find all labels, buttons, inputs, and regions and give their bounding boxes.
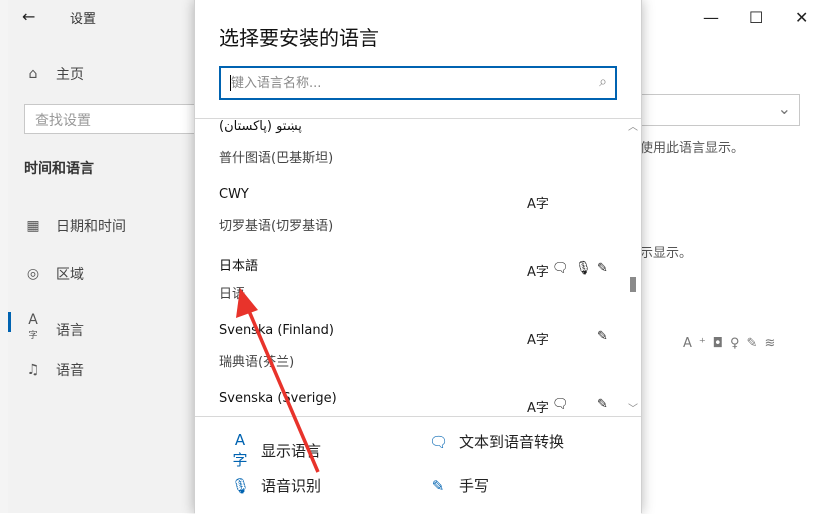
- minimize-button[interactable]: —: [703, 8, 719, 27]
- handwriting-icon: ✎: [431, 476, 445, 495]
- display-language-icon: A字: [232, 431, 248, 469]
- selected-indicator: [8, 312, 11, 332]
- chevron-down-icon: ⌄: [777, 99, 791, 118]
- legend-label: 手写: [459, 477, 490, 495]
- list-item[interactable]: Svenska (Sverige) A字 🗨 ✎: [219, 391, 609, 416]
- choose-language-dialog: 选择要安装的语言 ⌕ پښتو (پاکستان) 普什图语(巴基斯坦) CWY…: [194, 0, 642, 514]
- legend-speech-recognition: 🎙 语音识别: [231, 475, 321, 496]
- language-search-input[interactable]: [229, 68, 573, 98]
- language-chinese-name: 切罗基语(切罗基语): [219, 219, 334, 234]
- list-item[interactable]: Svenska (Finland) 瑞典语(芬兰) A字 ✎: [219, 323, 609, 370]
- language-feature-icons: A⁺◘♀✎≋: [683, 336, 783, 351]
- legend-text-to-speech: 🗨 文本到语音转换: [429, 431, 564, 452]
- sidebar-item-region[interactable]: ◎ 区域: [24, 264, 84, 284]
- background-window-edge: [0, 0, 8, 513]
- sidebar-item-label: 区域: [56, 267, 84, 283]
- home-icon: ⌂: [28, 66, 38, 82]
- sidebar-item-date-time[interactable]: ▦ 日期和时间: [24, 216, 126, 236]
- scroll-down-icon[interactable]: ﹀: [628, 400, 638, 415]
- text-to-speech-icon: 🗨: [552, 397, 569, 412]
- maximize-button[interactable]: ☐: [749, 8, 763, 27]
- language-native-name: Svenska (Finland): [219, 323, 334, 338]
- language-native-name: CWY: [219, 187, 249, 202]
- legend-handwriting: ✎ 手写: [429, 475, 489, 496]
- language-native-name: پښتو (پاکستان): [219, 119, 302, 134]
- legend-label: 文本到语音转换: [459, 433, 565, 451]
- language-chinese-name: 日语: [219, 287, 246, 302]
- legend-label: 显示语言: [261, 442, 322, 460]
- sidebar-item-speech[interactable]: ♫ 语音: [24, 360, 84, 380]
- text-to-speech-icon: 🗨: [552, 261, 569, 276]
- legend-display-language: A字 显示语言: [231, 431, 321, 470]
- display-language-icon: A字: [527, 401, 549, 416]
- microphone-icon: ♫: [26, 362, 40, 378]
- window-title: 设置: [70, 12, 97, 27]
- language-dropdown[interactable]: ⌄: [640, 94, 800, 126]
- scroll-up-icon[interactable]: ︿: [628, 118, 638, 133]
- language-native-name: Svenska (Sverige): [219, 391, 337, 406]
- language-native-name: 日本語: [219, 259, 259, 274]
- calendar-clock-icon: ▦: [26, 218, 40, 234]
- sidebar-item-label: 语音: [56, 363, 84, 379]
- list-scrollbar[interactable]: ︿ ﹀: [626, 118, 640, 415]
- language-hint-text: 使用此语言显示。: [640, 141, 745, 156]
- display-language-icon: A字: [527, 197, 549, 212]
- language-list[interactable]: پښتو (پاکستان) 普什图语(巴基斯坦) CWY 切罗基语(切罗基语)…: [195, 118, 641, 416]
- language-search-box[interactable]: ⌕: [219, 66, 617, 100]
- legend-label: 语音识别: [261, 477, 322, 495]
- language-chinese-name: 普什图语(巴基斯坦): [219, 151, 334, 166]
- display-language-icon: A字: [527, 333, 549, 348]
- text-to-speech-icon: 🗨: [429, 432, 449, 451]
- sidebar-item-label: 日期和时间: [56, 219, 126, 235]
- handwriting-icon: ✎: [597, 397, 608, 412]
- search-icon: ⌕: [599, 74, 607, 90]
- settings-search-input[interactable]: 查找设置: [24, 104, 204, 134]
- sidebar-item-label: 主页: [56, 67, 84, 83]
- display-language-icon: A字: [527, 265, 549, 280]
- handwriting-icon: ✎: [597, 329, 608, 344]
- language-icon: A字: [28, 312, 38, 341]
- section-title: 时间和语言: [24, 161, 94, 177]
- sidebar-item-home[interactable]: ⌂ 主页: [24, 64, 84, 84]
- sidebar-item-label: 语言: [56, 322, 84, 339]
- dialog-title: 选择要安装的语言: [219, 26, 379, 50]
- handwriting-icon: ✎: [597, 261, 608, 276]
- close-button[interactable]: ✕: [795, 8, 808, 27]
- microphone-icon: 🎙: [231, 476, 251, 495]
- text-cursor: [230, 75, 231, 91]
- language-chinese-name: 瑞典语(芬兰): [219, 355, 295, 370]
- microphone-icon: 🎙: [575, 261, 592, 276]
- list-item[interactable]: 日本語 日语 A字 🗨 🎙 ✎: [219, 255, 609, 302]
- language-hint-text-2: 示显示。: [640, 246, 693, 261]
- scroll-thumb[interactable]: [630, 277, 636, 292]
- back-arrow-icon[interactable]: ←: [22, 6, 44, 28]
- list-item[interactable]: CWY 切罗基语(切罗基语) A字: [219, 187, 609, 234]
- feature-legend: A字 显示语言 🗨 文本到语音转换 🎙 语音识别 ✎ 手写: [195, 416, 641, 514]
- globe-icon: ◎: [26, 266, 40, 282]
- list-item[interactable]: پښتو (پاکستان) 普什图语(巴基斯坦): [219, 119, 609, 166]
- sidebar-item-language[interactable]: A字 语言: [24, 312, 84, 348]
